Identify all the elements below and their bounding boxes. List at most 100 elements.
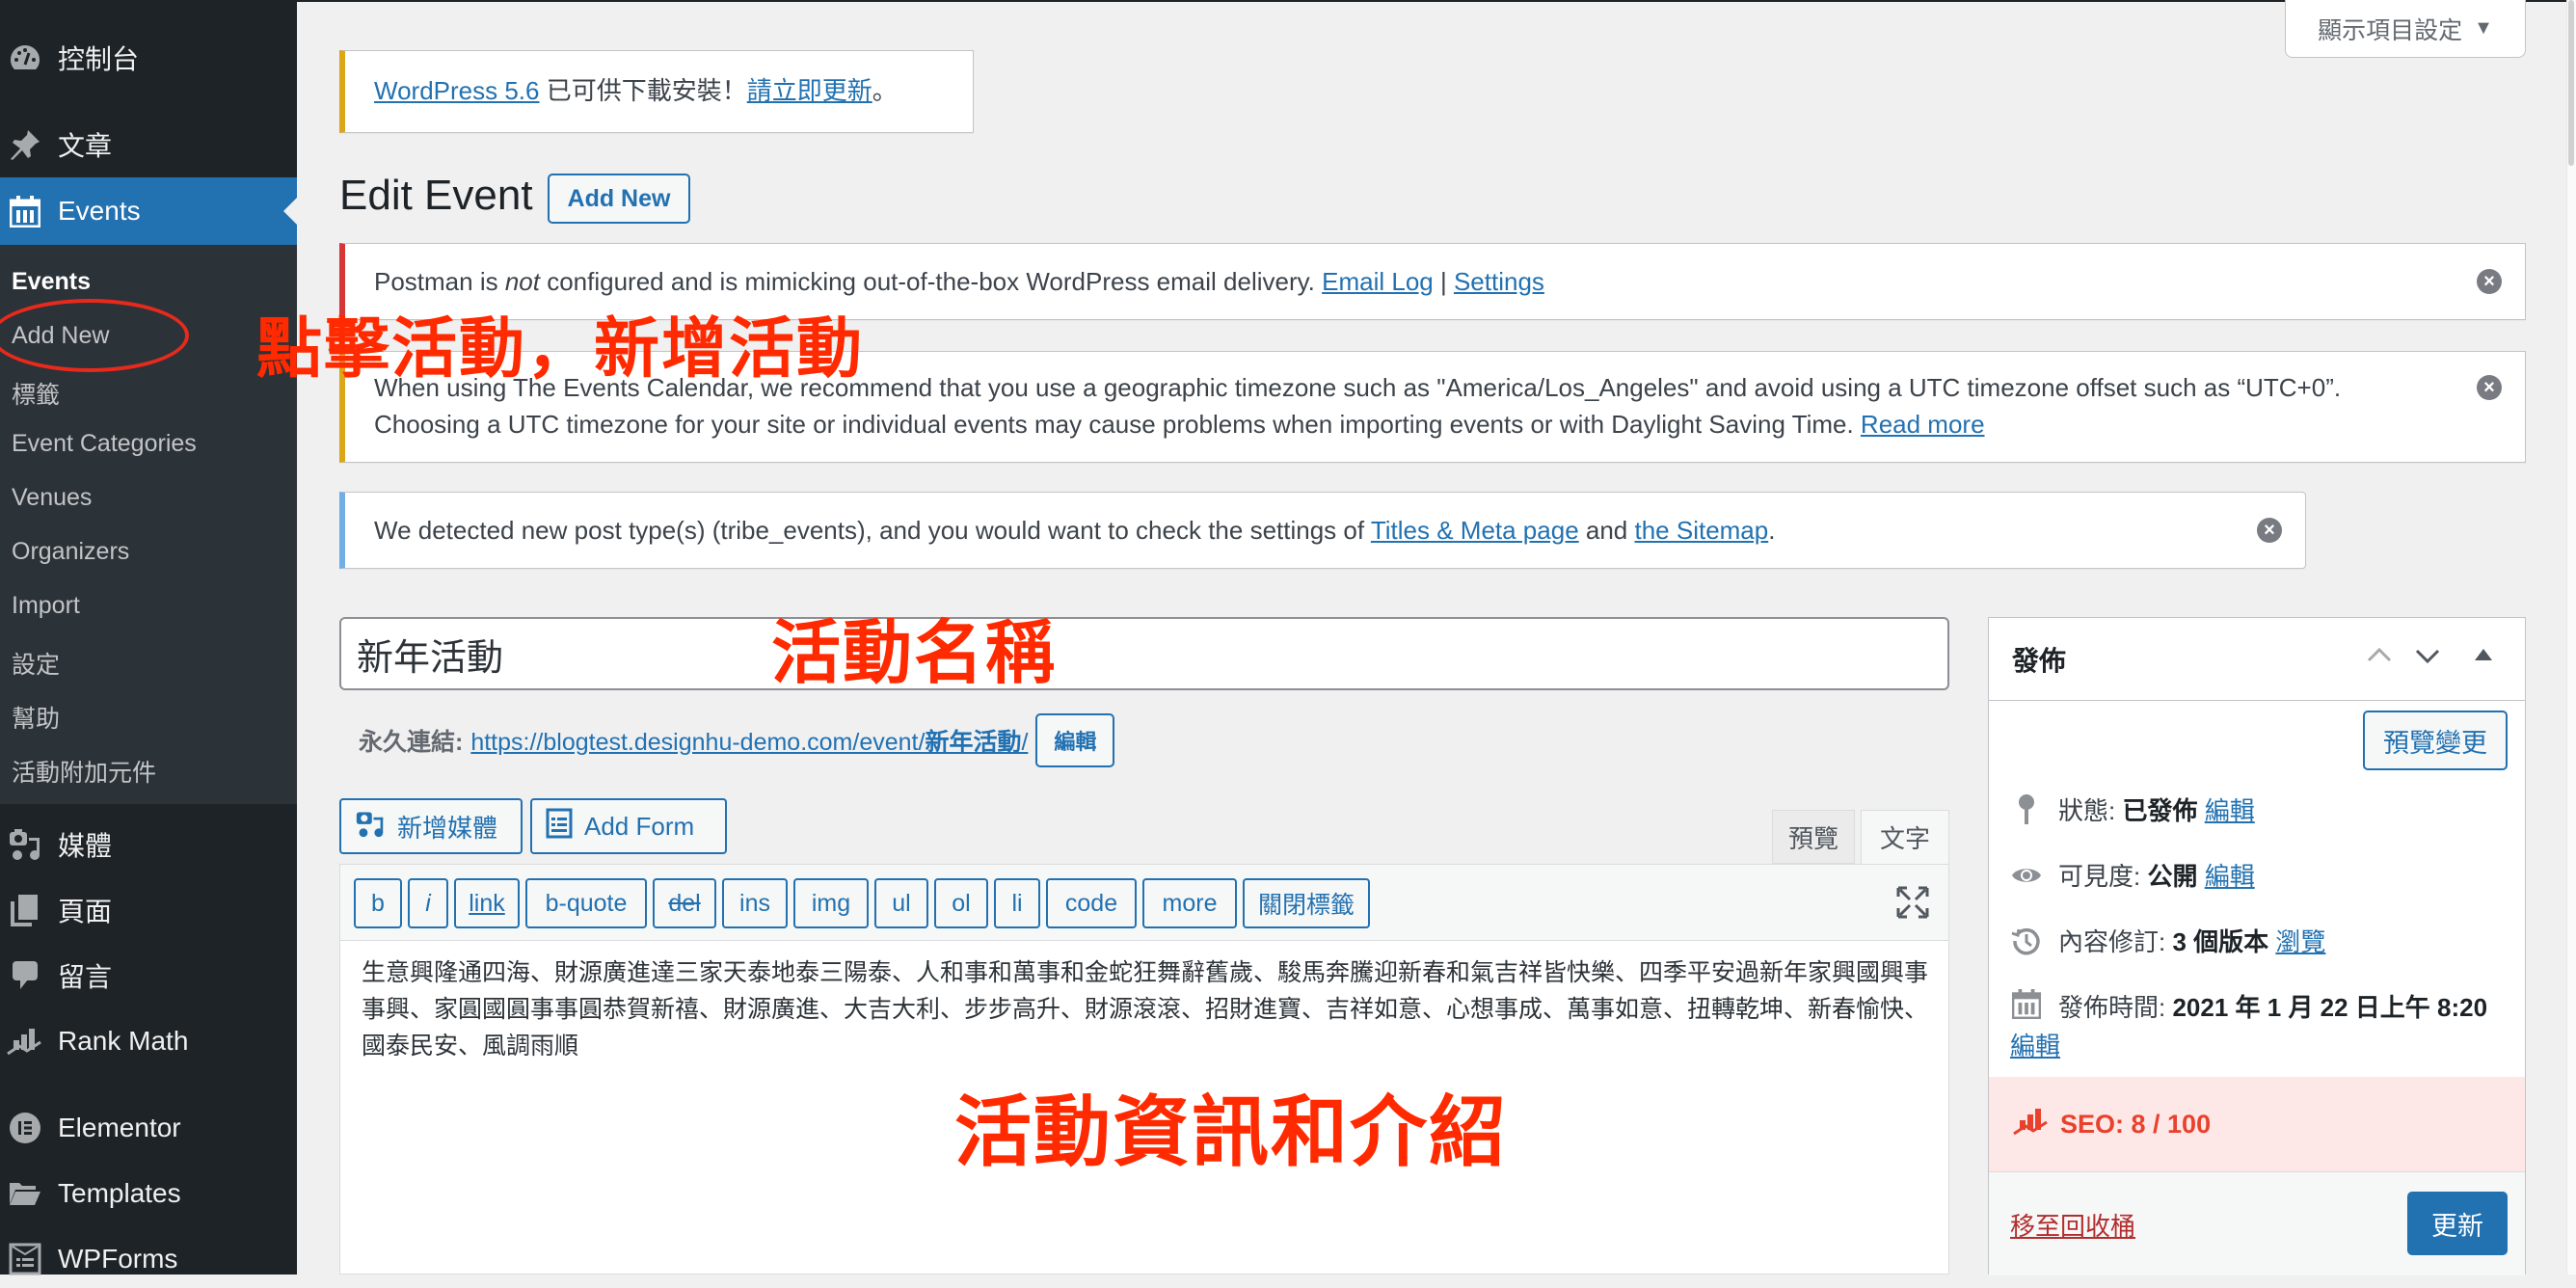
move-to-trash-link[interactable]: 移至回收桶 — [2010, 1207, 2135, 1243]
sidebar-item-wpforms[interactable]: WPForms — [0, 1230, 297, 1288]
event-title-input[interactable] — [339, 617, 1949, 690]
eye-icon — [2010, 864, 2043, 887]
sidebar-item-comments[interactable]: 留言 — [0, 947, 297, 1005]
pages-icon — [6, 891, 44, 929]
edit-publish-date-link[interactable]: 編輯 — [2010, 1027, 2060, 1062]
add-form-button[interactable]: Add Form — [530, 798, 727, 854]
preview-changes-button[interactable]: 預覽變更 — [2363, 711, 2508, 770]
status-value: 已發佈 — [2122, 796, 2198, 825]
publish-header: 發佈 — [1989, 618, 2525, 701]
edit-status-link[interactable]: 編輯 — [2205, 796, 2255, 825]
qt-code-button[interactable]: code — [1046, 878, 1137, 928]
calendar-icon — [2010, 988, 2043, 1019]
pin-status-icon — [2010, 793, 2043, 826]
admin-top-bar — [0, 0, 2576, 2]
page-scrollbar[interactable] — [2566, 0, 2576, 1275]
scrollbar-thumb[interactable] — [2568, 0, 2574, 166]
qt-ol-button[interactable]: ol — [934, 878, 988, 928]
fullscreen-icon[interactable] — [1896, 886, 1929, 924]
wordpress-update-notice: WordPress 5.6 已可供下載安裝！請立即更新。 — [339, 50, 974, 133]
qt-ins-button[interactable]: ins — [722, 878, 788, 928]
revisions-row: 內容修訂: 3 個版本 瀏覽 — [2010, 923, 2325, 958]
sidebar-item-elementor[interactable]: Elementor — [0, 1099, 297, 1157]
submenu-settings[interactable]: 設定 — [12, 646, 60, 681]
add-form-label: Add Form — [584, 811, 695, 841]
permalink-label: 永久連結: — [359, 729, 464, 756]
screen-options-label: 顯示項目設定 — [2318, 16, 2463, 44]
qt-del-button[interactable]: del — [653, 878, 716, 928]
timezone-notice: When using The Events Calendar, we recom… — [339, 351, 2526, 463]
qt-more-button[interactable]: more — [1142, 878, 1237, 928]
dismiss-notice-icon[interactable]: × — [2257, 518, 2282, 543]
separator: | — [1433, 267, 1454, 296]
submenu-venues[interactable]: Venues — [12, 484, 92, 512]
move-down-icon[interactable] — [2413, 641, 2442, 677]
email-log-link[interactable]: Email Log — [1322, 267, 1434, 296]
permalink-base: https://blogtest.designhu-demo.com/event… — [470, 729, 926, 756]
elementor-icon — [6, 1109, 44, 1147]
active-menu-arrow — [283, 198, 297, 225]
qt-img-button[interactable]: img — [793, 878, 869, 928]
sidebar-item-pages[interactable]: 頁面 — [0, 881, 297, 939]
page-title: Edit Event — [339, 172, 533, 219]
sidebar-item-rank-math[interactable]: Rank Math — [0, 1012, 297, 1070]
visibility-row: 可見度: 公開 編輯 — [2010, 857, 2255, 893]
submenu-event-addons[interactable]: 活動附加元件 — [12, 754, 156, 789]
content-editor-textarea[interactable]: 生意興隆通四海、財源廣進達三家天泰地泰三陽泰、人和事和萬事和金蛇狂舞辭舊歲、駿馬… — [339, 941, 1949, 1275]
update-notice-text: 已可供下載安裝！ — [539, 76, 747, 105]
qt-bold-button[interactable]: b — [354, 878, 402, 928]
submenu-add-new[interactable]: Add New — [12, 322, 109, 350]
postman-text: Postman is — [374, 267, 505, 296]
edit-visibility-link[interactable]: 編輯 — [2205, 862, 2255, 891]
dismiss-notice-icon[interactable]: × — [2477, 375, 2502, 400]
read-more-link[interactable]: Read more — [1861, 410, 1985, 439]
submenu-import[interactable]: Import — [12, 592, 80, 620]
submenu-tags[interactable]: 標籤 — [12, 376, 60, 411]
dashboard-icon — [6, 39, 44, 77]
sidebar-label: 頁面 — [58, 897, 113, 926]
titles-meta-link[interactable]: Titles & Meta page — [1371, 516, 1579, 545]
media-icon — [355, 809, 386, 845]
qt-ul-button[interactable]: ul — [874, 878, 928, 928]
permalink-url[interactable]: https://blogtest.designhu-demo.com/event… — [470, 723, 1028, 758]
collapse-toggle-icon[interactable] — [2471, 641, 2496, 677]
sidebar-item-dashboard[interactable]: 控制台 — [0, 29, 297, 87]
sidebar-item-events[interactable]: Events — [0, 177, 297, 245]
qt-blockquote-button[interactable]: b-quote — [525, 878, 647, 928]
pin-icon — [6, 125, 44, 164]
wordpress-version-link[interactable]: WordPress 5.6 — [374, 76, 539, 105]
update-button[interactable]: 更新 — [2407, 1192, 2508, 1255]
submenu-event-categories[interactable]: Event Categories — [12, 430, 197, 458]
media-icon — [6, 825, 44, 864]
submenu-events[interactable]: Events — [12, 268, 91, 296]
qt-li-button[interactable]: li — [994, 878, 1040, 928]
sidebar-item-posts[interactable]: 文章 — [0, 116, 297, 174]
tab-text[interactable]: 文字 — [1861, 810, 1949, 864]
sitemap-link[interactable]: the Sitemap — [1634, 516, 1768, 545]
qt-link-button[interactable]: link — [454, 878, 520, 928]
screen-options-button[interactable]: 顯示項目設定 ▼ — [2285, 0, 2526, 58]
calendar-icon — [6, 192, 44, 230]
revisions-history-icon — [2010, 926, 2043, 956]
publish-actions: 移至回收桶 更新 — [1989, 1171, 2525, 1275]
sidebar-item-media[interactable]: 媒體 — [0, 816, 297, 873]
visibility-value: 公開 — [2147, 862, 2198, 891]
browse-revisions-link[interactable]: 瀏覽 — [2275, 927, 2325, 956]
qt-italic-button[interactable]: i — [408, 878, 448, 928]
sidebar-item-templates[interactable]: Templates — [0, 1165, 297, 1222]
update-now-link[interactable]: 請立即更新 — [747, 76, 872, 105]
edit-permalink-button[interactable]: 編輯 — [1035, 713, 1115, 767]
sidebar-label: Events — [58, 196, 141, 226]
tab-visual[interactable]: 預覽 — [1772, 810, 1855, 864]
submenu-help[interactable]: 幫助 — [12, 700, 60, 735]
qt-close-tags-button[interactable]: 關閉標籤 — [1243, 878, 1370, 928]
dismiss-notice-icon[interactable]: × — [2477, 269, 2502, 294]
sidebar-label: WPForms — [58, 1244, 178, 1274]
add-media-button[interactable]: 新增媒體 — [339, 798, 523, 854]
submenu-organizers[interactable]: Organizers — [12, 538, 129, 566]
form-icon — [546, 808, 573, 845]
add-new-event-button[interactable]: Add New — [548, 174, 690, 224]
postman-settings-link[interactable]: Settings — [1454, 267, 1544, 296]
add-media-label: 新增媒體 — [397, 813, 498, 843]
move-up-icon[interactable] — [2365, 641, 2394, 677]
